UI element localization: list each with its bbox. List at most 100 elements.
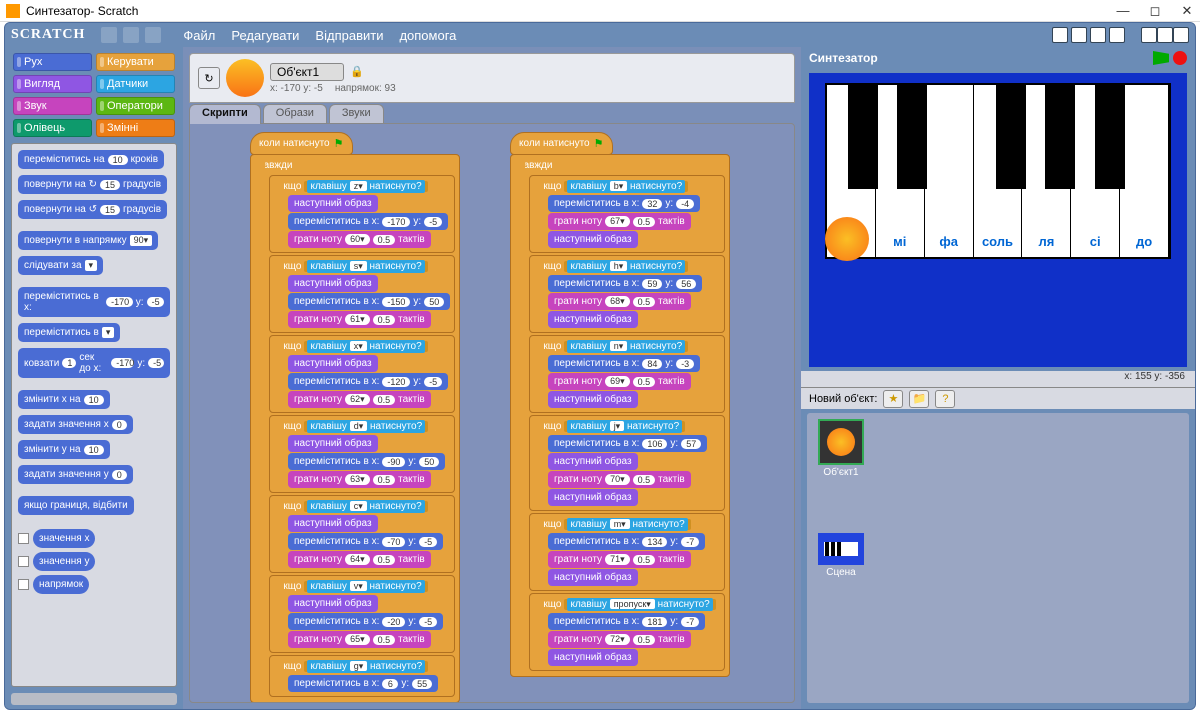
goto-block[interactable]: переміститись в x: 84 y: -3 xyxy=(548,355,700,372)
next-costume-block[interactable]: наступний образ xyxy=(548,311,638,328)
play-note-block[interactable]: грати ноту 68▾ 0.5 тактів xyxy=(548,293,691,310)
if-block[interactable]: якщо клавішу b▾ натиснуто?переміститись … xyxy=(529,175,725,253)
category-Рух[interactable]: Рух xyxy=(13,53,92,71)
play-note-block[interactable]: грати ноту 72▾ 0.5 тактів xyxy=(548,631,691,648)
menu-допомога[interactable]: допомога xyxy=(399,28,456,43)
play-note-block[interactable]: грати ноту 62▾ 0.5 тактів xyxy=(288,391,431,408)
play-note-block[interactable]: грати ноту 71▾ 0.5 тактів xyxy=(548,551,691,568)
menu-Файл[interactable]: Файл xyxy=(183,28,215,43)
tool-shrink-icon[interactable] xyxy=(1109,27,1125,43)
if-block[interactable]: якщо клавішу j▾ натиснуто?переміститись … xyxy=(529,415,725,511)
goto-block[interactable]: переміститись в x: -150 y: 50 xyxy=(288,293,450,310)
next-costume-block[interactable]: наступний образ xyxy=(288,195,378,212)
if-block[interactable]: якщо клавішу v▾ натиснуто?наступний обра… xyxy=(269,575,455,653)
scene-item[interactable]: Сцена xyxy=(813,533,869,578)
scripts-icon[interactable]: ↻ xyxy=(198,67,220,89)
stage-sprite-cat[interactable] xyxy=(825,217,869,261)
play-note-block[interactable]: грати ноту 60▾ 0.5 тактів xyxy=(288,231,431,248)
surprise-sprite-button[interactable]: ? xyxy=(935,390,955,408)
play-note-block[interactable]: грати ноту 69▾ 0.5 тактів xyxy=(548,373,691,390)
if-block[interactable]: якщо клавішу h▾ натиснуто?переміститись … xyxy=(529,255,725,333)
category-Олівець[interactable]: Олівець xyxy=(13,119,92,137)
close-button[interactable]: ✕ xyxy=(1180,3,1194,19)
if-block[interactable]: якщо клавішу z▾ натиснуто?наступний обра… xyxy=(269,175,455,253)
tool-cut-icon[interactable] xyxy=(1071,27,1087,43)
palette-scrollbar[interactable] xyxy=(11,693,177,705)
motion-block[interactable]: задати значення x 0 xyxy=(18,415,133,434)
checkbox[interactable] xyxy=(18,579,29,590)
play-note-block[interactable]: грати ноту 61▾ 0.5 тактів xyxy=(288,311,431,328)
paint-sprite-button[interactable]: ★ xyxy=(883,390,903,408)
reporter-block[interactable]: напрямок xyxy=(33,575,89,594)
goto-block[interactable]: переміститись в x: 59 y: 56 xyxy=(548,275,702,292)
white-key-фа[interactable]: фа xyxy=(925,85,974,257)
black-key[interactable] xyxy=(1045,85,1075,189)
goto-block[interactable]: переміститись в x: -70 y: -5 xyxy=(288,533,443,550)
if-block[interactable]: якщо клавішу n▾ натиснуто?переміститись … xyxy=(529,335,725,413)
goto-block[interactable]: переміститись в x: -20 y: -5 xyxy=(288,613,443,630)
lock-icon[interactable]: 🔒 xyxy=(350,65,364,78)
if-block[interactable]: якщо клавішу x▾ натиснуто?наступний обра… xyxy=(269,335,455,413)
motion-block[interactable]: ковзати 1 сек до x: -170 y: -5 xyxy=(18,348,170,378)
next-costume-block[interactable]: наступний образ xyxy=(288,355,378,372)
next-costume-block[interactable]: наступний образ xyxy=(288,595,378,612)
next-costume-block[interactable]: наступний образ xyxy=(288,435,378,452)
save-icon[interactable] xyxy=(123,27,139,43)
tab-Звуки[interactable]: Звуки xyxy=(329,104,384,124)
next-costume-block[interactable]: наступний образ xyxy=(288,515,378,532)
play-note-block[interactable]: грати ноту 70▾ 0.5 тактів xyxy=(548,471,691,488)
white-key-до[interactable]: до xyxy=(1120,85,1169,257)
minimize-button[interactable]: — xyxy=(1116,3,1130,19)
black-key[interactable] xyxy=(1095,85,1125,189)
category-Оператори[interactable]: Оператори xyxy=(96,97,175,115)
goto-block[interactable]: переміститись в x: -90 y: 50 xyxy=(288,453,445,470)
category-Датчики[interactable]: Датчики xyxy=(96,75,175,93)
language-icon[interactable] xyxy=(101,27,117,43)
motion-block[interactable]: переміститись в x: -170 y: -5 xyxy=(18,287,170,317)
play-note-block[interactable]: грати ноту 63▾ 0.5 тактів xyxy=(288,471,431,488)
motion-block[interactable]: змінити y на 10 xyxy=(18,440,110,459)
tool-grow-icon[interactable] xyxy=(1090,27,1106,43)
view-small-icon[interactable] xyxy=(1141,27,1157,43)
reporter-block[interactable]: значення y xyxy=(33,552,95,571)
forever-block[interactable]: завждиякщо клавішу z▾ натиснуто?наступни… xyxy=(250,154,460,703)
category-Змінні[interactable]: Змінні xyxy=(96,119,175,137)
next-costume-block[interactable]: наступний образ xyxy=(288,275,378,292)
if-block[interactable]: якщо клавішу пропуск▾ натиснуто?переміст… xyxy=(529,593,725,671)
reporter-block[interactable]: значення x xyxy=(33,529,95,548)
next-costume-block[interactable]: наступний образ xyxy=(548,569,638,586)
next-costume-block[interactable]: наступний образ xyxy=(548,453,638,470)
stage-view[interactable]: реміфасольлясідо xyxy=(807,71,1189,369)
import-sprite-button[interactable]: 📁 xyxy=(909,390,929,408)
if-block[interactable]: якщо клавішу s▾ натиснуто?наступний обра… xyxy=(269,255,455,333)
motion-block[interactable]: повернути на ↻ 15 градусів xyxy=(18,175,167,194)
sprite-item[interactable]: Об'єкт1 xyxy=(813,419,869,478)
stop-icon[interactable] xyxy=(1173,51,1187,65)
category-Вигляд[interactable]: Вигляд xyxy=(13,75,92,93)
black-key[interactable] xyxy=(996,85,1026,189)
black-key[interactable] xyxy=(848,85,878,189)
menu-Відправити[interactable]: Відправити xyxy=(315,28,383,43)
play-note-block[interactable]: грати ноту 67▾ 0.5 тактів xyxy=(548,213,691,230)
checkbox[interactable] xyxy=(18,533,29,544)
if-block[interactable]: якщо клавішу m▾ натиснуто?переміститись … xyxy=(529,513,725,591)
goto-block[interactable]: переміститись в x: 32 y: -4 xyxy=(548,195,700,212)
menu-Редагувати[interactable]: Редагувати xyxy=(231,28,299,43)
goto-block[interactable]: переміститись в x: -170 y: -5 xyxy=(288,213,448,230)
green-flag-icon[interactable] xyxy=(1153,51,1169,65)
motion-block[interactable]: слідувати за ▾ xyxy=(18,256,103,275)
goto-block[interactable]: переміститись в x: 134 y: -7 xyxy=(548,533,705,550)
next-costume-block[interactable]: наступний образ xyxy=(548,649,638,666)
forever-block[interactable]: завждиякщо клавішу b▾ натиснуто?переміст… xyxy=(510,154,730,677)
view-normal-icon[interactable] xyxy=(1157,27,1173,43)
maximize-button[interactable]: ◻ xyxy=(1148,3,1162,19)
motion-block[interactable]: переміститись в ▾ xyxy=(18,323,120,342)
goto-block[interactable]: переміститись в x: 181 y: -7 xyxy=(548,613,705,630)
next-costume-block[interactable]: наступний образ xyxy=(548,391,638,408)
play-note-block[interactable]: грати ноту 65▾ 0.5 тактів xyxy=(288,631,431,648)
black-key[interactable] xyxy=(897,85,927,189)
if-block[interactable]: якщо клавішу g▾ натиснуто?переміститись … xyxy=(269,655,455,697)
goto-block[interactable]: переміститись в x: 6 y: 55 xyxy=(288,675,438,692)
if-block[interactable]: якщо клавішу d▾ натиснуто?наступний обра… xyxy=(269,415,455,493)
motion-block[interactable]: змінити x на 10 xyxy=(18,390,110,409)
